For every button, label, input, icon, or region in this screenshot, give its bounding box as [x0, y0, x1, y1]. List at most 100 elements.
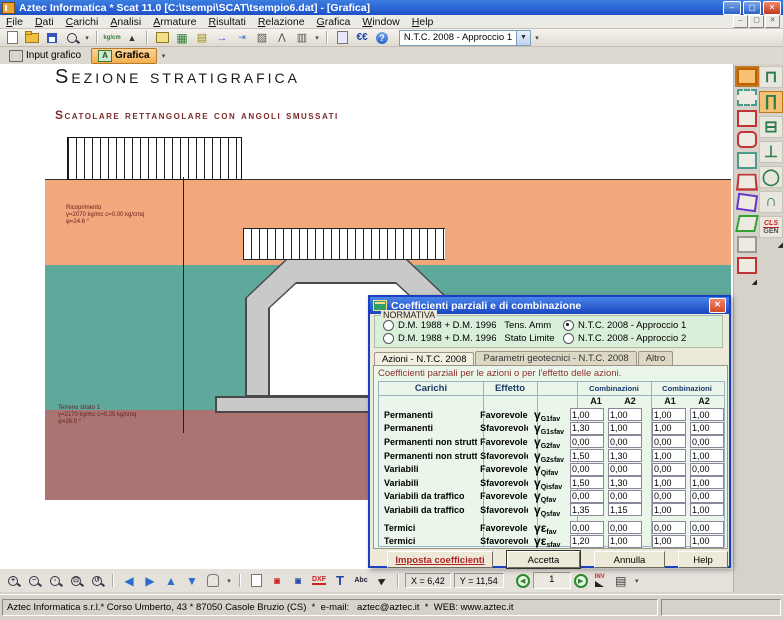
- coef-input-a1-seismic[interactable]: [652, 476, 686, 489]
- coef-input-a1-static[interactable]: [570, 490, 604, 503]
- coef-input-a1-seismic[interactable]: [652, 503, 686, 516]
- shape-rect-icon[interactable]: [737, 68, 757, 85]
- coef-input-a1-static[interactable]: [570, 463, 604, 476]
- chart-icon[interactable]: ▥: [293, 30, 311, 45]
- type-double-cell-icon[interactable]: ⊟: [759, 116, 783, 138]
- coef-input-a1-static[interactable]: [570, 535, 604, 548]
- menu-relazione[interactable]: Relazione: [252, 16, 311, 28]
- invert-colors-icon[interactable]: INV: [591, 573, 609, 589]
- imposta-coefficienti-button[interactable]: Imposta coefficienti: [387, 551, 493, 568]
- select-page-icon[interactable]: [247, 573, 265, 589]
- export-dxf-icon[interactable]: DXF: [310, 573, 328, 589]
- coef-input-a2-static[interactable]: [608, 490, 642, 503]
- coef-input-a2-static[interactable]: [608, 463, 642, 476]
- previous-view-icon[interactable]: ◀: [516, 574, 530, 588]
- type-portal-icon[interactable]: ∏: [759, 91, 783, 113]
- radio-dm-tens-amm[interactable]: D.M. 1988 + D.M. 1996 Tens. Amm: [383, 320, 551, 331]
- zoom-previous-icon[interactable]: ↺: [88, 573, 106, 589]
- shape-rounded-icon[interactable]: [737, 131, 757, 148]
- loads-arrow-icon[interactable]: →: [213, 30, 231, 45]
- menu-file[interactable]: File: [0, 16, 29, 28]
- radio-icon-selected[interactable]: [563, 320, 574, 331]
- coef-input-a2-seismic[interactable]: [690, 521, 724, 534]
- menu-armature[interactable]: Armature: [147, 16, 202, 28]
- shape-box3d-icon[interactable]: [737, 257, 757, 274]
- menu-help[interactable]: Help: [406, 16, 440, 28]
- geometry-icon[interactable]: [153, 30, 171, 45]
- tab-altro[interactable]: Altro: [638, 351, 674, 365]
- zoom-in-icon[interactable]: +: [4, 573, 22, 589]
- tabbar-overflow-icon[interactable]: ▾: [160, 52, 168, 60]
- coef-input-a1-seismic[interactable]: [652, 449, 686, 462]
- text-tool-icon[interactable]: T: [331, 573, 349, 589]
- coef-input-a2-seismic[interactable]: [690, 435, 724, 448]
- tab-input-grafico[interactable]: Input grafico: [2, 48, 88, 64]
- shape-rect-dashed-icon[interactable]: [737, 89, 757, 106]
- coef-input-a2-seismic[interactable]: [690, 535, 724, 548]
- coef-input-a2-static[interactable]: [608, 449, 642, 462]
- pan-down-icon[interactable]: ▼: [183, 573, 201, 589]
- pan-left-icon[interactable]: ◀: [120, 573, 138, 589]
- maximize-button[interactable]: ▢: [743, 1, 761, 15]
- profile-icon[interactable]: ⇥: [233, 30, 251, 45]
- copy-bmp-icon[interactable]: ▣: [289, 573, 307, 589]
- shape-trapezoid-icon[interactable]: [736, 174, 758, 191]
- coef-input-a2-static[interactable]: [608, 476, 642, 489]
- coef-input-a2-static[interactable]: [608, 535, 642, 548]
- radio-icon[interactable]: [383, 320, 394, 331]
- type-tee-icon[interactable]: ⊥: [759, 141, 783, 163]
- coef-input-a1-static[interactable]: [570, 521, 604, 534]
- coef-input-a1-seismic[interactable]: [652, 422, 686, 435]
- normativa-combobox[interactable]: N.T.C. 2008 - Approccio 1 ▼: [399, 30, 531, 46]
- euro-icon[interactable]: €€: [353, 30, 371, 45]
- zoom-extents-icon[interactable]: ⊡: [67, 573, 85, 589]
- toolbar-overflow-icon[interactable]: ▾: [83, 34, 91, 42]
- zoom-out-icon[interactable]: −: [25, 573, 43, 589]
- menu-carichi[interactable]: Carichi: [60, 16, 105, 28]
- pointer-icon[interactable]: ▶: [373, 573, 391, 589]
- help-icon[interactable]: ?: [373, 30, 391, 45]
- pan-hand-icon[interactable]: [204, 573, 222, 589]
- radio-icon[interactable]: [563, 333, 574, 344]
- radio-dm-stato-limite[interactable]: D.M. 1988 + D.M. 1996 Stato Limite: [383, 333, 555, 344]
- section-data-icon[interactable]: ▤: [193, 30, 211, 45]
- rebar-icon[interactable]: ▨: [253, 30, 271, 45]
- new-file-icon[interactable]: [3, 30, 21, 45]
- menu-risultati[interactable]: Risultati: [202, 16, 251, 28]
- type-arch-icon[interactable]: ∩: [759, 191, 783, 213]
- coef-input-a2-seismic[interactable]: [690, 422, 724, 435]
- print-preview-icon[interactable]: [63, 30, 81, 45]
- shape-grid-icon[interactable]: [737, 110, 757, 127]
- tab-grafica[interactable]: A Grafica: [91, 48, 156, 64]
- coef-input-a1-seismic[interactable]: [652, 535, 686, 548]
- tab-parametri-geotecnici[interactable]: Parametri geotecnici - N.T.C. 2008: [475, 351, 636, 365]
- type-open-frame-icon[interactable]: ⊓: [759, 66, 783, 88]
- coef-input-a1-seismic[interactable]: [652, 463, 686, 476]
- copy-emf-icon[interactable]: ▣: [268, 573, 286, 589]
- menu-grafica[interactable]: Grafica: [311, 16, 357, 28]
- diagram-icon[interactable]: ⋀: [273, 30, 291, 45]
- mdi-minimize-button[interactable]: –: [733, 15, 748, 28]
- coef-input-a2-static[interactable]: [608, 521, 642, 534]
- pan-up-icon[interactable]: ▲: [162, 573, 180, 589]
- menu-dati[interactable]: Dati: [29, 16, 60, 28]
- radio-ntc-approccio2[interactable]: N.T.C. 2008 - Approccio 2: [563, 333, 686, 344]
- types-popup-arrow-icon[interactable]: ◢: [778, 241, 783, 249]
- radio-ntc-approccio1[interactable]: N.T.C. 2008 - Approccio 1: [563, 320, 686, 331]
- shapes-popup-arrow-icon[interactable]: ◢: [752, 278, 757, 286]
- coef-input-a2-seismic[interactable]: [690, 476, 724, 489]
- open-file-icon[interactable]: [23, 30, 41, 45]
- coef-input-a1-seismic[interactable]: [652, 490, 686, 503]
- weights-icon[interactable]: ▲: [123, 30, 141, 45]
- coef-input-a1-seismic[interactable]: [652, 435, 686, 448]
- report-icon[interactable]: [333, 30, 351, 45]
- navbar-overflow-icon[interactable]: ▾: [633, 577, 641, 585]
- toolbar-overflow2-icon[interactable]: ▾: [313, 34, 321, 42]
- type-circular-icon[interactable]: ◯: [759, 166, 783, 188]
- coef-input-a2-seismic[interactable]: [690, 408, 724, 421]
- menu-analisi[interactable]: Analisi: [104, 16, 147, 28]
- coef-input-a2-seismic[interactable]: [690, 503, 724, 516]
- shape-slab-icon[interactable]: [737, 152, 757, 169]
- toolbar-overflow3-icon[interactable]: ▾: [533, 34, 541, 42]
- layers-icon[interactable]: ▤: [612, 573, 630, 589]
